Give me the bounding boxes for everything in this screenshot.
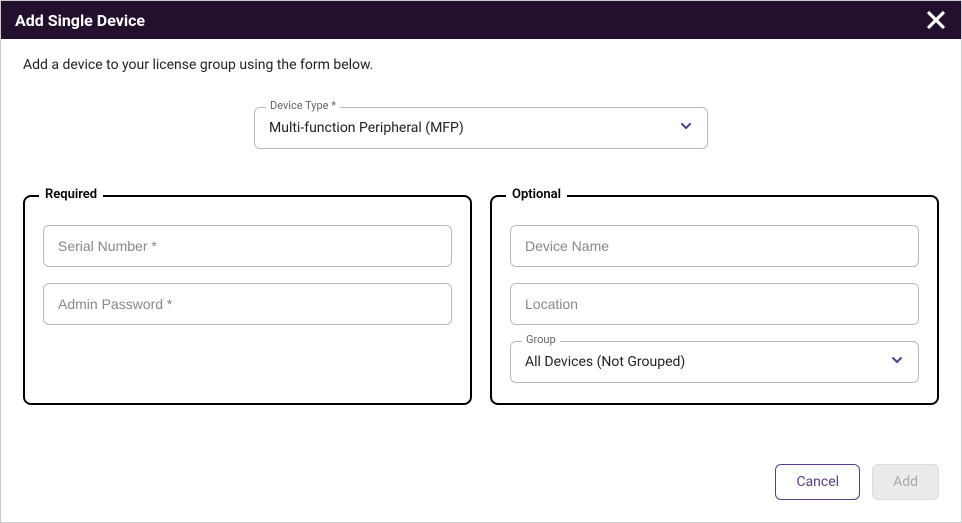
device-type-row: Device Type * Multi-function Peripheral …	[23, 107, 939, 149]
dialog-header: Add Single Device	[1, 1, 961, 39]
group-label: Group	[522, 333, 560, 346]
location-input[interactable]	[510, 283, 919, 325]
group-field: Group All Devices (Not Grouped)	[510, 341, 919, 383]
required-fieldset: Required	[23, 195, 472, 405]
serial-number-input[interactable]	[43, 225, 452, 267]
cancel-button[interactable]: Cancel	[775, 464, 860, 500]
chevron-down-icon	[679, 119, 693, 137]
optional-fieldset: Optional Group All Devices (Not Grouped)	[490, 195, 939, 405]
group-select[interactable]: All Devices (Not Grouped)	[510, 341, 919, 383]
add-button-label: Add	[893, 474, 918, 490]
group-value: All Devices (Not Grouped)	[525, 354, 685, 370]
cancel-button-label: Cancel	[796, 474, 839, 490]
device-type-label: Device Type *	[266, 99, 340, 112]
dialog-content: Add a device to your license group using…	[1, 39, 961, 446]
device-type-value: Multi-function Peripheral (MFP)	[269, 120, 464, 136]
device-type-select[interactable]: Multi-function Peripheral (MFP)	[254, 107, 708, 149]
device-type-field: Device Type * Multi-function Peripheral …	[254, 107, 708, 149]
admin-password-input[interactable]	[43, 283, 452, 325]
add-button: Add	[872, 464, 939, 500]
required-legend: Required	[39, 187, 103, 202]
dialog-title: Add Single Device	[15, 11, 145, 30]
dialog-description: Add a device to your license group using…	[23, 57, 939, 73]
close-icon[interactable]	[925, 9, 947, 31]
device-name-input[interactable]	[510, 225, 919, 267]
chevron-down-icon	[890, 353, 904, 371]
dialog-footer: Cancel Add	[1, 446, 961, 522]
form-columns: Required Optional Group All Devices (Not…	[23, 195, 939, 405]
optional-legend: Optional	[506, 187, 567, 202]
